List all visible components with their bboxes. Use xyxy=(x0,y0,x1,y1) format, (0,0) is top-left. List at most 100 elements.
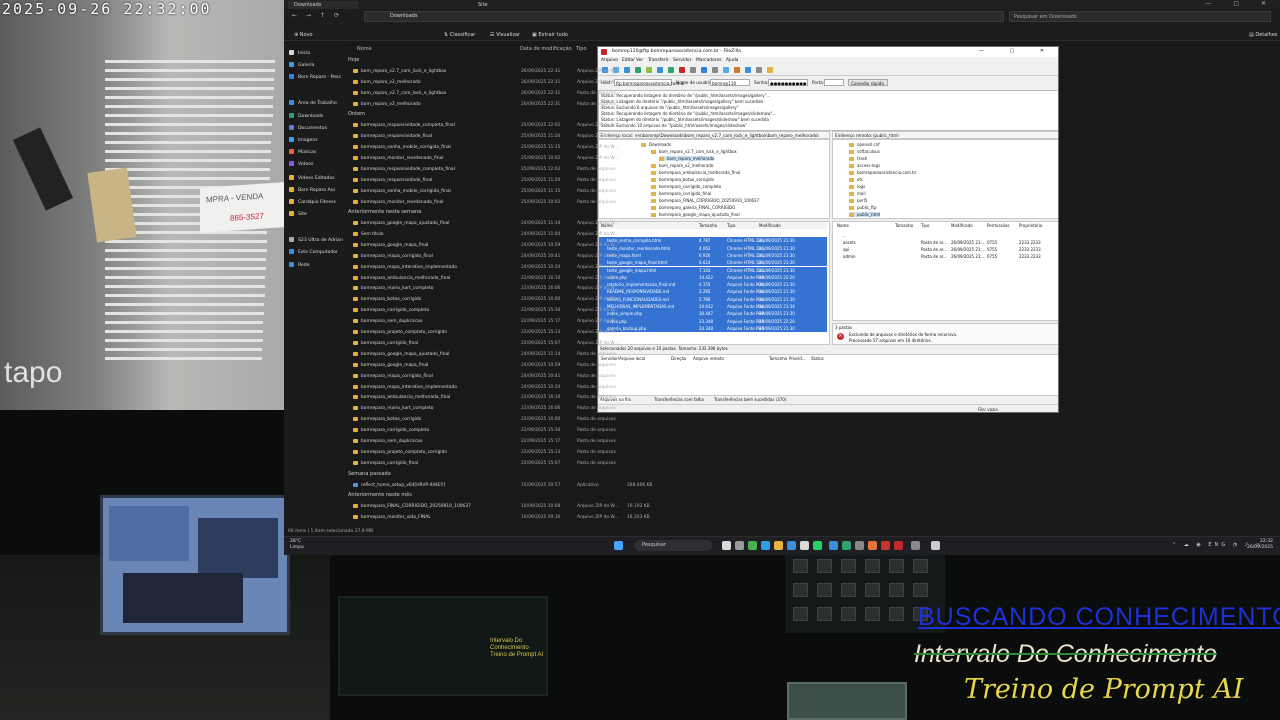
file-row[interactable]: bom_reparo_v2.7_com_lock_e_lightbox 26/09… xyxy=(351,67,651,77)
app-green-icon[interactable] xyxy=(842,541,851,550)
column-header[interactable]: Tipo xyxy=(921,223,929,228)
column-date[interactable]: Data de modificação xyxy=(520,46,572,52)
nav-item[interactable]: Bom Reparo Ass xyxy=(289,187,335,193)
nav-item[interactable]: Vídeos Editados xyxy=(289,175,335,181)
file-row[interactable]: bomreparo_mapa_interativo_implementado 24… xyxy=(351,263,651,273)
file-row[interactable]: bomreparo_responsividade_final 25/09/2025… xyxy=(351,132,651,142)
local-tree-item[interactable]: bom_reparo_v2.7_com_lock_e_lightbox xyxy=(651,149,737,154)
queue-tab[interactable]: Transferências com falha xyxy=(654,397,704,402)
local-tree-item[interactable]: bomreparo_corrigido_completo xyxy=(651,184,721,189)
obs-icon[interactable] xyxy=(931,541,940,550)
file-row[interactable]: bomreparo_responsividade_final 25/09/2025… xyxy=(351,176,651,186)
explorer-icon[interactable] xyxy=(774,541,783,550)
file-row[interactable]: bomreparo_monitor_vida_FINAL 10/09/2025 0… xyxy=(351,513,651,523)
queue-column-header[interactable]: Direção xyxy=(671,356,686,361)
local-tree-item[interactable]: bomreparo_corrigido_final xyxy=(651,191,711,196)
file-row[interactable]: bomreparo_ambulancia_melhorada_final 22/0… xyxy=(351,274,651,284)
whatsapp-icon[interactable] xyxy=(813,541,822,550)
remote-file-row[interactable]: .. xyxy=(835,232,1055,239)
file-row[interactable]: reflect_home_setup_v64[HRVP-444EY] 15/09/… xyxy=(351,481,652,491)
quickconnect-button[interactable]: Conexão rápida xyxy=(848,79,888,86)
tab-downloads[interactable]: Downloads xyxy=(288,1,358,9)
remote-file-row[interactable]: api Pasta de ar... 26/09/2025 21:... 0755 22… xyxy=(835,246,1055,253)
file-row[interactable]: bomreparo_mario_kart_completo 22/09/2025 … xyxy=(351,284,651,294)
group-header[interactable]: Anteriormente nesta semana xyxy=(348,209,421,215)
column-header[interactable]: Tamanho xyxy=(699,223,717,228)
nav-item[interactable]: S23 Ultra de Adrian xyxy=(289,237,343,243)
port-input[interactable] xyxy=(824,79,844,86)
file-row[interactable]: bomreparo_monitor_reordenado_final 25/09/… xyxy=(351,154,651,164)
file-row[interactable]: bom_reparo_v2_melhorado 26/09/2025 22:31 P… xyxy=(351,100,651,110)
sort-button[interactable]: ⇅ Classificar xyxy=(444,32,475,38)
nav-item[interactable]: Rede xyxy=(289,262,310,268)
taskview-icon[interactable] xyxy=(722,541,731,550)
nav-item[interactable]: Documentos xyxy=(289,125,327,131)
file-row[interactable]: bomreparo_google_mapa_final 24/09/2025 10… xyxy=(351,361,651,371)
extract-button[interactable]: ▣ Extrair tudo xyxy=(532,32,568,38)
view-button[interactable]: ☰ Visualizar xyxy=(490,32,520,38)
file-row[interactable]: bomreparo_senha_mobile_corrigida_final 25… xyxy=(351,187,651,197)
column-name[interactable]: Nome xyxy=(357,46,372,52)
file-row[interactable]: bomreparo_senha_mobile_corrigida_final 25… xyxy=(351,143,651,153)
nav-item[interactable]: Este Computador xyxy=(289,249,338,255)
file-row[interactable]: bomreparo_google_mapa_final 24/09/2025 10… xyxy=(351,241,651,251)
app-orange-icon[interactable] xyxy=(868,541,877,550)
remote-tree-item[interactable]: mail xyxy=(849,191,866,196)
column-header[interactable]: Tamanho xyxy=(895,223,913,228)
nav-item[interactable]: Galeria xyxy=(289,62,314,68)
app-gray-icon[interactable] xyxy=(855,541,864,550)
nav-item[interactable]: Área de Trabalho xyxy=(289,100,337,106)
file-row[interactable]: bomreparo_google_mapa_ajustado_final 24/0… xyxy=(351,350,651,360)
group-header[interactable]: Anteriormente neste mês xyxy=(348,492,412,498)
file-row[interactable]: bomreparo_responsividade_completa_final 2… xyxy=(351,121,651,131)
file-row[interactable]: bomreparo_corrigido_final 22/09/2025 15:0… xyxy=(351,459,651,469)
column-header[interactable]: Tipo xyxy=(727,223,735,228)
file-row[interactable]: bomreparo_projeto_completo_corrigido 22/0… xyxy=(351,448,651,458)
remote-tree-item[interactable]: access-logs xyxy=(849,163,880,168)
file-row[interactable]: bomreparo_corrigido_completo 22/09/2025 1… xyxy=(351,306,651,316)
start-icon[interactable] xyxy=(614,541,623,550)
file-row[interactable]: bomreparo_corrigido_completo 22/09/2025 1… xyxy=(351,426,651,436)
remote-tree-item[interactable]: public_ftp xyxy=(849,205,876,210)
file-row[interactable]: bomreparo_google_mapa_ajustado_final 24/0… xyxy=(351,219,651,229)
files-icon[interactable] xyxy=(735,541,744,550)
nav-arrows-icon[interactable]: ←→↑⟳ xyxy=(292,12,348,19)
toolbar-icon[interactable] xyxy=(734,67,740,73)
file-row[interactable]: Sem título 24/09/2025 11:04 Arquivo ZIP do… xyxy=(351,230,651,240)
username-input[interactable]: bomrep110 xyxy=(710,79,750,86)
toolbar-icon[interactable] xyxy=(679,67,685,73)
toolbar-icon[interactable] xyxy=(745,67,751,73)
nav-item[interactable]: Downloads xyxy=(289,113,323,119)
remote-tree-item[interactable]: public_html xyxy=(849,212,881,217)
toolbar-icon[interactable] xyxy=(767,67,773,73)
taskbar-search[interactable]: Pesquisar xyxy=(634,540,712,551)
nav-item[interactable]: Site xyxy=(289,211,307,217)
search-input[interactable]: Pesquisar em Downloads xyxy=(1009,11,1271,22)
menu-item[interactable]: Transferir xyxy=(648,58,669,63)
file-row[interactable]: bomreparo_corrigido_final 22/09/2025 15:0… xyxy=(351,339,651,349)
file-row[interactable]: bomreparo_mapa_corrigido_final 24/09/2025… xyxy=(351,252,651,262)
remote-tree-item[interactable]: perl5 xyxy=(849,198,867,203)
file-row[interactable]: bomreparo_responsividade_completa_final 2… xyxy=(351,165,651,175)
file-row[interactable]: bomreparo_FINAL_CORRIGIDO_20250910_10063… xyxy=(351,502,651,512)
remote-file-row[interactable]: admin Pasta de ar... 26/09/2025 21:... 0755… xyxy=(835,253,1055,260)
toolbar-icon[interactable] xyxy=(723,67,729,73)
remote-tree-item[interactable]: logs xyxy=(849,184,865,189)
store-icon[interactable] xyxy=(787,541,796,550)
window-controls[interactable]: — ▢ ✕ xyxy=(1205,0,1276,7)
toolbar-icon[interactable] xyxy=(701,67,707,73)
local-tree-item[interactable]: bomreparo_galeria_FINAL_CORRIGIDO xyxy=(651,205,735,210)
column-header[interactable]: Modificado xyxy=(951,223,973,228)
file-row[interactable]: bomreparo_sem_duplicacao 22/09/2025 15:17… xyxy=(351,437,651,447)
menu-item[interactable]: Arquivo xyxy=(601,58,618,63)
remote-tree-item[interactable]: trash xyxy=(849,156,867,161)
toolbar-icon[interactable] xyxy=(668,67,674,73)
group-header[interactable]: Hoje xyxy=(348,57,359,63)
filezilla-window-controls[interactable]: — ▢ ✕ xyxy=(979,48,1056,54)
password-input[interactable]: ●●●●●●●●●● xyxy=(768,79,808,86)
queue-column-header[interactable]: Arquivo remoto xyxy=(693,356,724,361)
chrome-icon[interactable] xyxy=(748,541,757,550)
weather-widget[interactable]: 28°C Limpo xyxy=(290,539,304,551)
nav-item[interactable]: Bom Reparo - Pess xyxy=(289,74,341,80)
remote-tree-item[interactable]: openssl.cnf xyxy=(849,142,880,147)
